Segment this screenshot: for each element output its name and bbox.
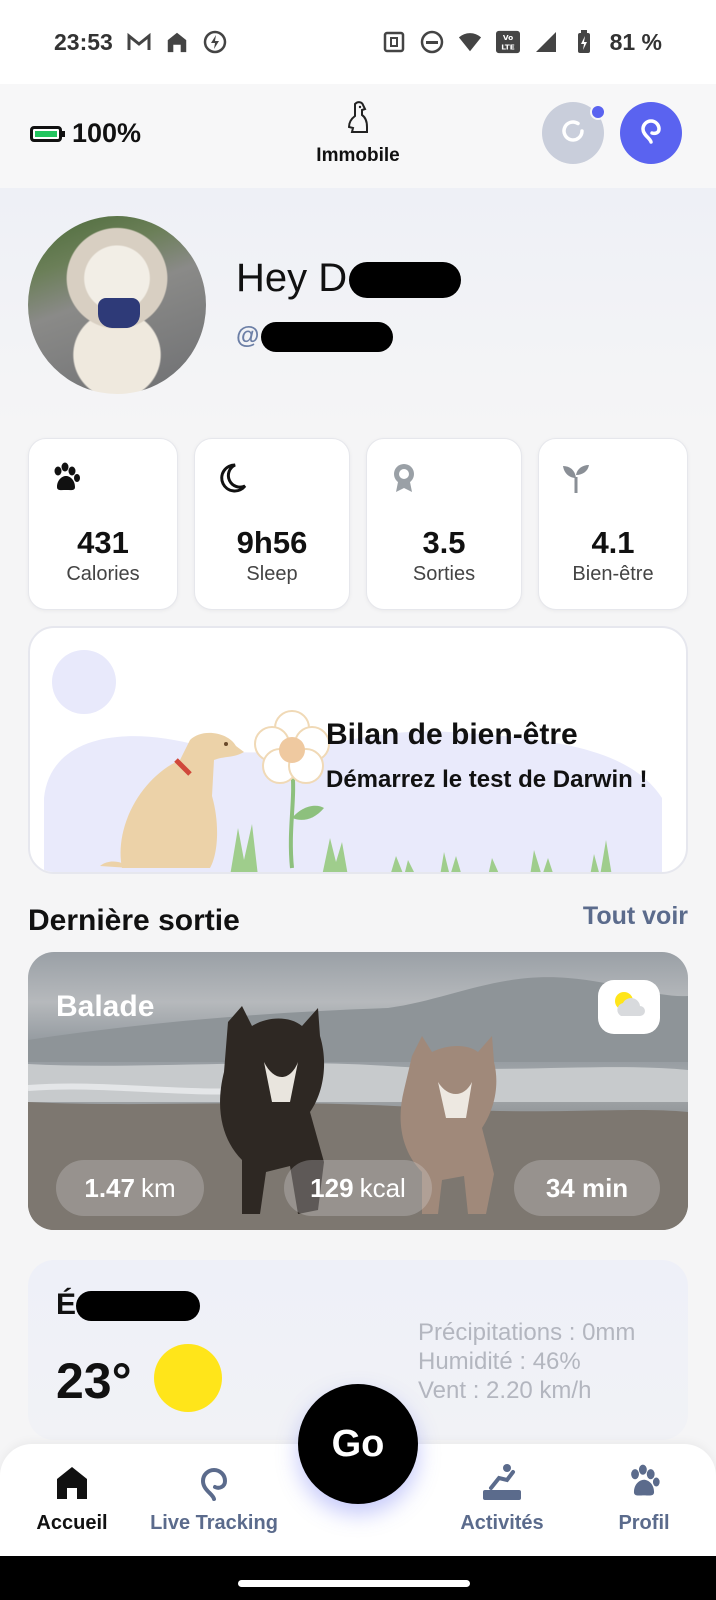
stat-label: Bien-être bbox=[572, 563, 654, 585]
nav-activities-label: Activités bbox=[460, 1512, 544, 1534]
handle-prefix: @ bbox=[236, 322, 260, 350]
calories-value: 129 bbox=[310, 1172, 354, 1203]
redacted-name bbox=[349, 262, 462, 299]
battery-icon bbox=[30, 125, 65, 142]
location-pin-icon bbox=[144, 1460, 284, 1504]
walk-distance-chip: 1.47 km bbox=[56, 1160, 204, 1216]
sync-button[interactable] bbox=[542, 102, 606, 164]
partly-cloudy-icon bbox=[609, 988, 649, 1027]
sitting-dog-icon bbox=[300, 100, 416, 139]
app-header: 100% Immobile bbox=[0, 84, 716, 188]
wifi-icon bbox=[458, 30, 482, 54]
volte-icon: Vo LTE bbox=[495, 30, 520, 54]
humidity: Humidité : 46% bbox=[418, 1348, 581, 1375]
stat-label: Sleep bbox=[246, 563, 298, 585]
sprout-icon bbox=[559, 461, 593, 495]
banner-title: Bilan de bien-être bbox=[326, 718, 578, 751]
tracker-battery-level: 100% bbox=[72, 118, 142, 148]
running-icon bbox=[432, 1460, 572, 1504]
battery-charging-icon bbox=[572, 30, 596, 54]
duration-value: 34 min bbox=[545, 1172, 629, 1203]
gmail-icon bbox=[127, 30, 151, 54]
nav-live-tracking[interactable]: Live Tracking bbox=[144, 1460, 284, 1535]
svg-text:Vo: Vo bbox=[502, 33, 512, 42]
system-navigation-bar bbox=[0, 1556, 716, 1600]
nfc-icon bbox=[382, 30, 406, 54]
clock-time: 23:53 bbox=[54, 28, 113, 55]
wellbeing-test-banner[interactable]: Bilan de bien-être Démarrez le test de D… bbox=[28, 626, 688, 874]
signal-icon bbox=[534, 30, 558, 54]
dog-status-label: Immobile bbox=[316, 145, 400, 166]
temperature: 23° bbox=[56, 1353, 132, 1409]
city-prefix: É bbox=[56, 1288, 77, 1321]
weather-city: É bbox=[56, 1288, 201, 1322]
wind: Vent : 2.20 km/h bbox=[418, 1377, 592, 1404]
live-tracking-shortcut-button[interactable] bbox=[620, 102, 682, 164]
precipitation: Précipitations : 0mm bbox=[418, 1319, 636, 1346]
home-icon bbox=[165, 30, 189, 54]
distance-value: 1.47 bbox=[84, 1172, 135, 1203]
nav-home-label: Accueil bbox=[36, 1512, 108, 1534]
stat-value: 431 bbox=[77, 525, 129, 560]
dog-avatar[interactable] bbox=[28, 216, 206, 394]
nav-home[interactable]: Accueil bbox=[2, 1460, 142, 1535]
stat-card-sleep[interactable]: 9h56 Sleep bbox=[194, 438, 350, 610]
walk-duration-chip: 34 min bbox=[514, 1160, 660, 1216]
stat-card-calories[interactable]: 431 Calories bbox=[28, 438, 178, 610]
home-gesture-handle[interactable] bbox=[238, 1580, 470, 1587]
notification-dot bbox=[590, 104, 606, 120]
paw-icon bbox=[574, 1460, 714, 1504]
see-all-link[interactable]: Tout voir bbox=[583, 902, 688, 931]
last-walk-card[interactable]: Balade 1.47 km 129 kcal 34 min bbox=[28, 952, 688, 1230]
calories-unit: kcal bbox=[359, 1172, 406, 1203]
sun-icon bbox=[154, 1344, 222, 1412]
stat-card-walks[interactable]: 3.5 Sorties bbox=[366, 438, 522, 610]
stat-value: 9h56 bbox=[236, 525, 308, 560]
section-title-last-walk: Dernière sortie bbox=[28, 904, 240, 937]
walk-calories-chip: 129 kcal bbox=[284, 1160, 432, 1216]
moon-icon bbox=[215, 461, 249, 495]
bolt-icon bbox=[203, 30, 227, 54]
stat-card-wellbeing[interactable]: 4.1 Bien-être bbox=[538, 438, 688, 610]
avatar-harness-detail bbox=[98, 298, 140, 328]
go-button[interactable]: Go bbox=[298, 1384, 418, 1504]
svg-text:LTE: LTE bbox=[501, 42, 515, 51]
greeting-text: Hey D bbox=[236, 256, 348, 300]
redacted-city bbox=[76, 1291, 201, 1322]
refresh-icon bbox=[558, 116, 588, 151]
paw-icon bbox=[49, 461, 83, 495]
home-icon bbox=[2, 1460, 142, 1504]
weather-badge bbox=[598, 980, 660, 1034]
location-pin-icon bbox=[636, 116, 666, 151]
distance-unit: km bbox=[140, 1172, 176, 1203]
dnd-icon bbox=[420, 30, 444, 54]
user-handle: @ bbox=[236, 322, 394, 352]
nav-activities[interactable]: Activités bbox=[432, 1460, 572, 1535]
nav-live-tracking-label: Live Tracking bbox=[150, 1512, 278, 1534]
nav-profile[interactable]: Profil bbox=[574, 1460, 714, 1535]
system-status-bar: 23:53 Vo LTE 81 % bbox=[0, 0, 716, 84]
tracker-battery: 100% bbox=[30, 118, 141, 149]
dog-status[interactable]: Immobile bbox=[300, 100, 416, 167]
redacted-handle bbox=[261, 322, 394, 352]
weather-details: Précipitations : 0mm Humidité : 46% Vent… bbox=[418, 1318, 635, 1405]
nav-profile-label: Profil bbox=[618, 1512, 670, 1534]
stat-label: Calories bbox=[66, 563, 140, 585]
greeting: Hey D bbox=[236, 256, 462, 301]
stat-value: 4.1 bbox=[591, 525, 635, 560]
battery-percent: 81 % bbox=[609, 28, 662, 55]
medal-icon bbox=[387, 461, 421, 495]
stat-label: Sorties bbox=[412, 563, 476, 585]
banner-subtitle: Démarrez le test de Darwin ! bbox=[326, 766, 648, 793]
stat-value: 3.5 bbox=[422, 525, 466, 560]
walk-type: Balade bbox=[56, 990, 155, 1023]
